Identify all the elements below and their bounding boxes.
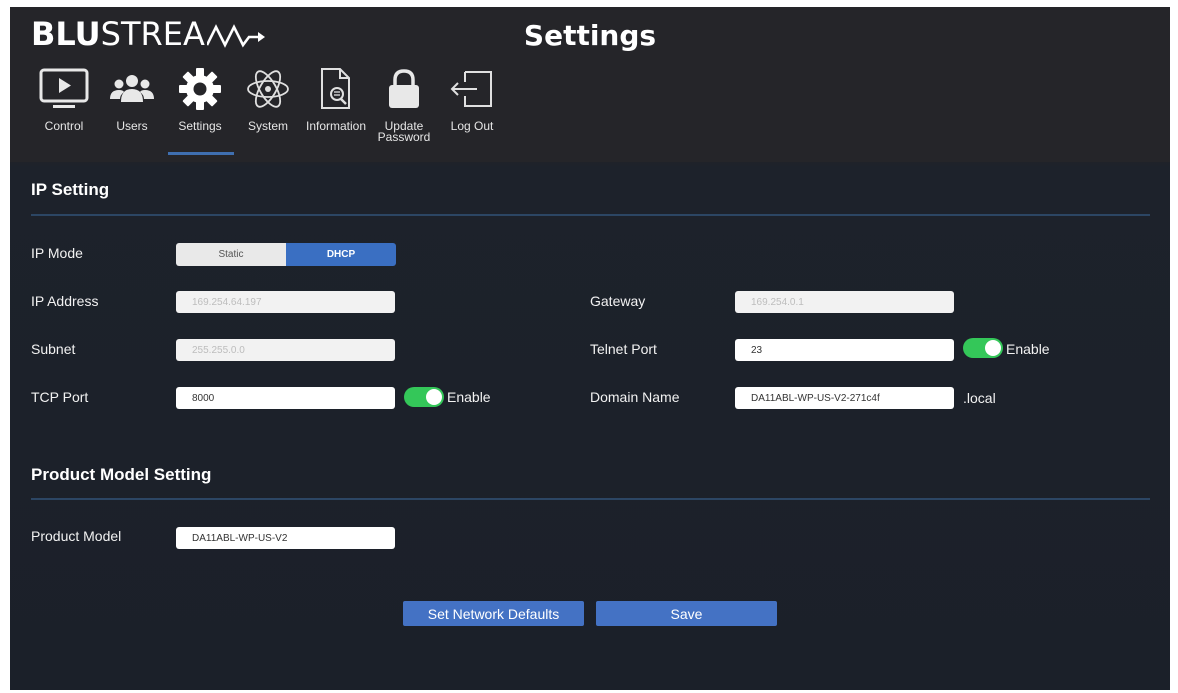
telnet-enable-label: Enable — [1006, 341, 1050, 357]
nav-label: Control — [44, 119, 84, 133]
nav-label: Users — [116, 119, 148, 133]
product-model-setting-title: Product Model Setting — [31, 465, 212, 484]
ip-address-label: IP Address — [31, 293, 99, 309]
active-tab-underline — [168, 152, 234, 155]
users-icon — [110, 75, 154, 102]
logo-wave-arrow-icon — [205, 24, 265, 48]
nav-item-information[interactable]: Information — [302, 65, 370, 132]
tcp-enable-toggle[interactable] — [404, 387, 444, 407]
nav-item-control[interactable]: Control — [30, 65, 98, 132]
ip-mode-toggle: Static DHCP — [176, 243, 396, 266]
telnet-port-field[interactable] — [735, 339, 954, 361]
gateway-field[interactable] — [735, 291, 954, 313]
nav-item-logout[interactable]: Log Out — [438, 65, 506, 132]
nav-item-users[interactable]: Users — [98, 65, 166, 132]
logout-icon — [450, 71, 492, 107]
domain-name-field[interactable] — [735, 387, 954, 409]
page-title: Settings — [523, 19, 657, 52]
nav-item-update-password[interactable]: Update Password — [370, 65, 438, 143]
product-model-field[interactable] — [176, 527, 395, 549]
ip-mode-label: IP Mode — [31, 245, 83, 261]
nav-item-system[interactable]: System — [234, 65, 302, 132]
telnet-enable-toggle[interactable] — [963, 338, 1003, 358]
gear-icon — [179, 68, 221, 110]
document-search-icon — [321, 68, 350, 109]
tcp-enable-label: Enable — [447, 389, 491, 405]
section-divider — [31, 214, 1150, 216]
subnet-field[interactable] — [176, 339, 395, 361]
lock-icon — [389, 69, 419, 108]
section-divider — [31, 498, 1150, 500]
domain-name-label: Domain Name — [590, 389, 680, 405]
tcp-port-label: TCP Port — [31, 389, 89, 405]
domain-suffix: .local — [963, 390, 996, 406]
save-button[interactable]: Save — [596, 601, 777, 626]
toggle-knob — [985, 340, 1001, 356]
nav-label: Log Out — [450, 119, 494, 133]
tcp-port-field[interactable] — [176, 387, 395, 409]
atom-icon — [247, 70, 289, 108]
toggle-knob — [426, 389, 442, 405]
monitor-play-icon — [39, 68, 89, 108]
nav-item-settings[interactable]: Settings — [166, 65, 234, 155]
app-window: BLUSTREA Settings Control Users Settings… — [10, 7, 1170, 690]
ip-mode-static-option[interactable]: Static — [176, 243, 286, 266]
set-network-defaults-button[interactable]: Set Network Defaults — [403, 601, 584, 626]
telnet-port-label: Telnet Port — [590, 341, 657, 357]
nav-label: Information — [305, 119, 367, 133]
gateway-label: Gateway — [590, 293, 646, 309]
ip-address-field[interactable] — [176, 291, 395, 313]
blustream-logo: BLUSTREA — [31, 15, 265, 53]
ip-setting-title: IP Setting — [31, 180, 110, 199]
ip-mode-dhcp-option[interactable]: DHCP — [286, 243, 396, 266]
subnet-label: Subnet — [31, 341, 76, 357]
nav-label: Update Password — [377, 119, 431, 144]
nav-label: Settings — [178, 119, 222, 133]
product-model-label: Product Model — [31, 528, 122, 544]
nav-label: System — [247, 119, 288, 133]
